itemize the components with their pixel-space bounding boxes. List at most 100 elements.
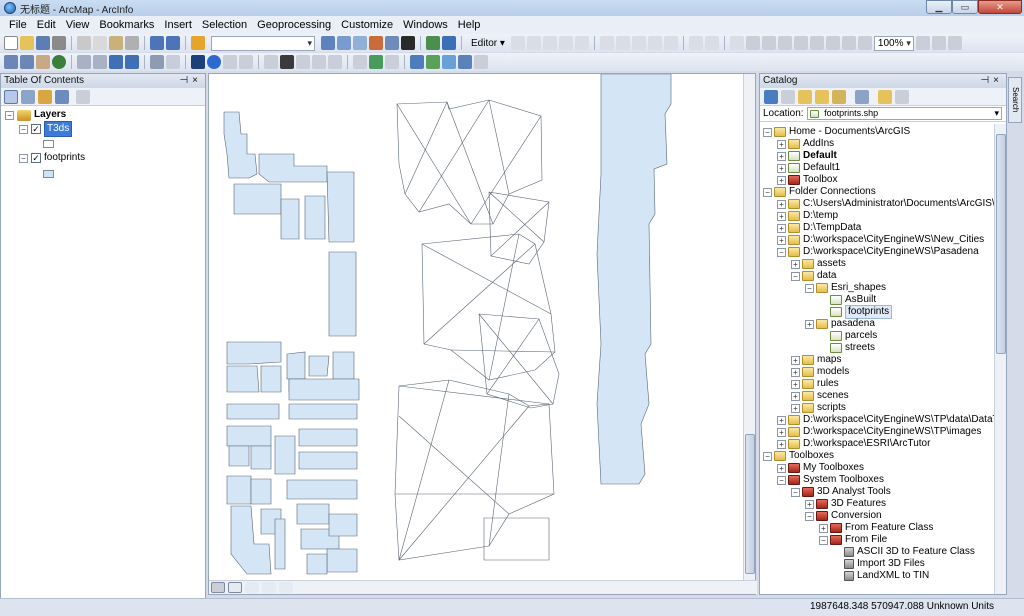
home-folder-icon[interactable]	[815, 89, 829, 104]
map-vertical-scrollbar[interactable]	[743, 74, 755, 582]
change-layout-icon[interactable]	[947, 36, 962, 50]
catalog-item-default1[interactable]: + Default1	[777, 162, 840, 174]
map-canvas[interactable]	[209, 73, 744, 582]
catalog-item-addins[interactable]: + AddIns	[777, 138, 834, 150]
list-by-source-icon[interactable]	[21, 89, 35, 104]
catalog-item-tool[interactable]: LandXML to TIN	[833, 570, 929, 582]
catalog-item-toolset[interactable]: − Conversion	[805, 510, 882, 522]
catalog-item-folder-connections[interactable]: − Folder Connections	[763, 186, 876, 198]
add-data-icon[interactable]	[191, 36, 205, 50]
catalog-panel-buttons[interactable]: ⊣×	[980, 74, 1003, 88]
zoom-in-icon[interactable]	[4, 55, 18, 69]
catalog-item-toolset[interactable]: − From File	[819, 534, 887, 546]
catalog-item-folder[interactable]: + pasadena	[805, 318, 875, 330]
catalog-item-system-toolboxes[interactable]: − System Toolboxes	[777, 474, 884, 486]
catalog-item-folder[interactable]: + D:\temp	[777, 210, 838, 222]
layer-editor-icon[interactable]	[369, 55, 383, 69]
table-icon[interactable]	[442, 55, 456, 69]
measure-icon[interactable]	[264, 55, 278, 69]
redo-icon[interactable]	[166, 36, 180, 50]
catalog-item-folder[interactable]: − D:\workspace\CityEngineWS\Pasadena	[777, 246, 979, 258]
create-viewer-icon[interactable]	[353, 55, 367, 69]
save-icon[interactable]	[36, 36, 50, 50]
catalog-scrollbar[interactable]	[994, 124, 1006, 594]
graph-icon[interactable]	[458, 55, 472, 69]
sketch-properties-icon[interactable]	[704, 36, 719, 50]
straight-segment-icon[interactable]	[542, 36, 557, 50]
catalog-scroll-thumb[interactable]	[996, 134, 1006, 354]
menu-edit[interactable]: Edit	[32, 19, 61, 31]
list-by-selection-icon[interactable]	[55, 89, 69, 104]
menu-geoprocessing[interactable]: Geoprocessing	[252, 19, 336, 31]
catalog-item-folder[interactable]: + D:\workspace\CityEngineWS\TP\data\DataT…	[777, 414, 995, 426]
map-scroll-thumb[interactable]	[745, 434, 755, 574]
identify-icon[interactable]	[207, 55, 221, 69]
refresh-icon[interactable]	[245, 582, 259, 593]
toc-layer-t3ds[interactable]: − ✓ T3ds	[19, 121, 73, 137]
editor-toolbar-icon[interactable]	[321, 36, 335, 50]
catalog-item-folder[interactable]: + assets	[791, 258, 846, 270]
toc-layer-label[interactable]: footprints	[44, 151, 85, 165]
menu-customize[interactable]: Customize	[336, 19, 398, 31]
model-builder-icon[interactable]	[426, 36, 440, 50]
html-popup-icon[interactable]	[239, 55, 253, 69]
layer-file-icon[interactable]	[426, 55, 440, 69]
close-button[interactable]: ✕	[978, 0, 1022, 14]
menu-insert[interactable]: Insert	[159, 19, 197, 31]
fixed-zoom-out-icon[interactable]	[841, 36, 856, 50]
search-side-tab[interactable]: Search	[1008, 77, 1022, 123]
trace-icon[interactable]	[574, 36, 589, 50]
zoom-100-icon[interactable]	[809, 36, 824, 50]
toc-layer-label[interactable]: T3ds	[44, 121, 73, 137]
catalog-item-shapefile-selected[interactable]: footprints	[819, 305, 893, 319]
create-features-icon[interactable]	[729, 36, 744, 50]
catalog-item-folder[interactable]: + C:\Users\Administrator\Documents\ArcGIS…	[777, 198, 995, 210]
view-options-icon[interactable]	[855, 89, 869, 104]
find-binoculars-icon[interactable]	[280, 55, 294, 69]
catalog-item-folder[interactable]: + D:\workspace\CityEngineWS\TP\images	[777, 426, 981, 438]
catalog-item-toolboxes[interactable]: − Toolboxes	[763, 450, 834, 462]
time-slider-icon[interactable]	[328, 55, 342, 69]
edit-annotation-icon[interactable]	[526, 36, 541, 50]
catalog-item-tool[interactable]: ASCII 3D to Feature Class	[833, 546, 975, 558]
full-extent-globe-icon[interactable]	[52, 55, 66, 69]
toc-options-icon[interactable]	[76, 89, 90, 104]
layout-zoom-out-icon[interactable]	[761, 36, 776, 50]
toggle-draft-mode-icon[interactable]	[915, 36, 930, 50]
whats-this-icon[interactable]	[442, 36, 456, 50]
catalog-item-toolset[interactable]: + From Feature Class	[819, 522, 933, 534]
go-back-extent-icon[interactable]	[857, 36, 872, 50]
catalog-item-shapefile[interactable]: parcels	[819, 330, 877, 342]
new-folder-icon[interactable]	[878, 89, 892, 104]
copy-icon[interactable]	[93, 36, 107, 50]
attributes-icon[interactable]	[688, 36, 703, 50]
catalog-item-folder[interactable]: + rules	[791, 378, 839, 390]
data-view-icon[interactable]	[211, 582, 225, 593]
cut-icon[interactable]	[77, 36, 91, 50]
layout-pan-icon[interactable]	[777, 36, 792, 50]
zoom-whole-page-icon[interactable]	[793, 36, 808, 50]
fixed-zoom-in-arrows-icon[interactable]	[77, 55, 91, 69]
back-arrow-icon[interactable]	[764, 89, 778, 104]
find-route-icon[interactable]	[296, 55, 310, 69]
print-icon[interactable]	[52, 36, 66, 50]
catalog-item-toolbox[interactable]: + Toolbox	[777, 174, 837, 186]
fixed-zoom-out-arrows-icon[interactable]	[93, 55, 107, 69]
catalog-item-default[interactable]: + Default	[777, 150, 837, 162]
maximize-button[interactable]: ▭	[952, 0, 978, 14]
list-by-visibility-icon[interactable]	[38, 89, 52, 104]
menu-help[interactable]: Help	[453, 19, 486, 31]
up-one-level-icon[interactable]	[798, 89, 812, 104]
collapse-icon[interactable]: −	[19, 124, 28, 134]
catalog-item-tool[interactable]: Import 3D Files	[833, 558, 925, 570]
search-window-icon[interactable]	[369, 36, 383, 50]
catalog-item-my-toolboxes[interactable]: + My Toolboxes	[777, 462, 864, 474]
layer-visibility-checkbox[interactable]: ✓	[31, 153, 41, 163]
edit-tool-icon[interactable]	[510, 36, 525, 50]
python-window-icon[interactable]	[401, 36, 415, 50]
catalog-item-folder[interactable]: + models	[791, 366, 849, 378]
catalog-item-shapefile[interactable]: streets	[819, 342, 875, 354]
toc-layers-root[interactable]: − Layers	[5, 108, 66, 122]
export-map-icon[interactable]	[410, 55, 424, 69]
toggle-contents-icon[interactable]	[895, 89, 909, 104]
